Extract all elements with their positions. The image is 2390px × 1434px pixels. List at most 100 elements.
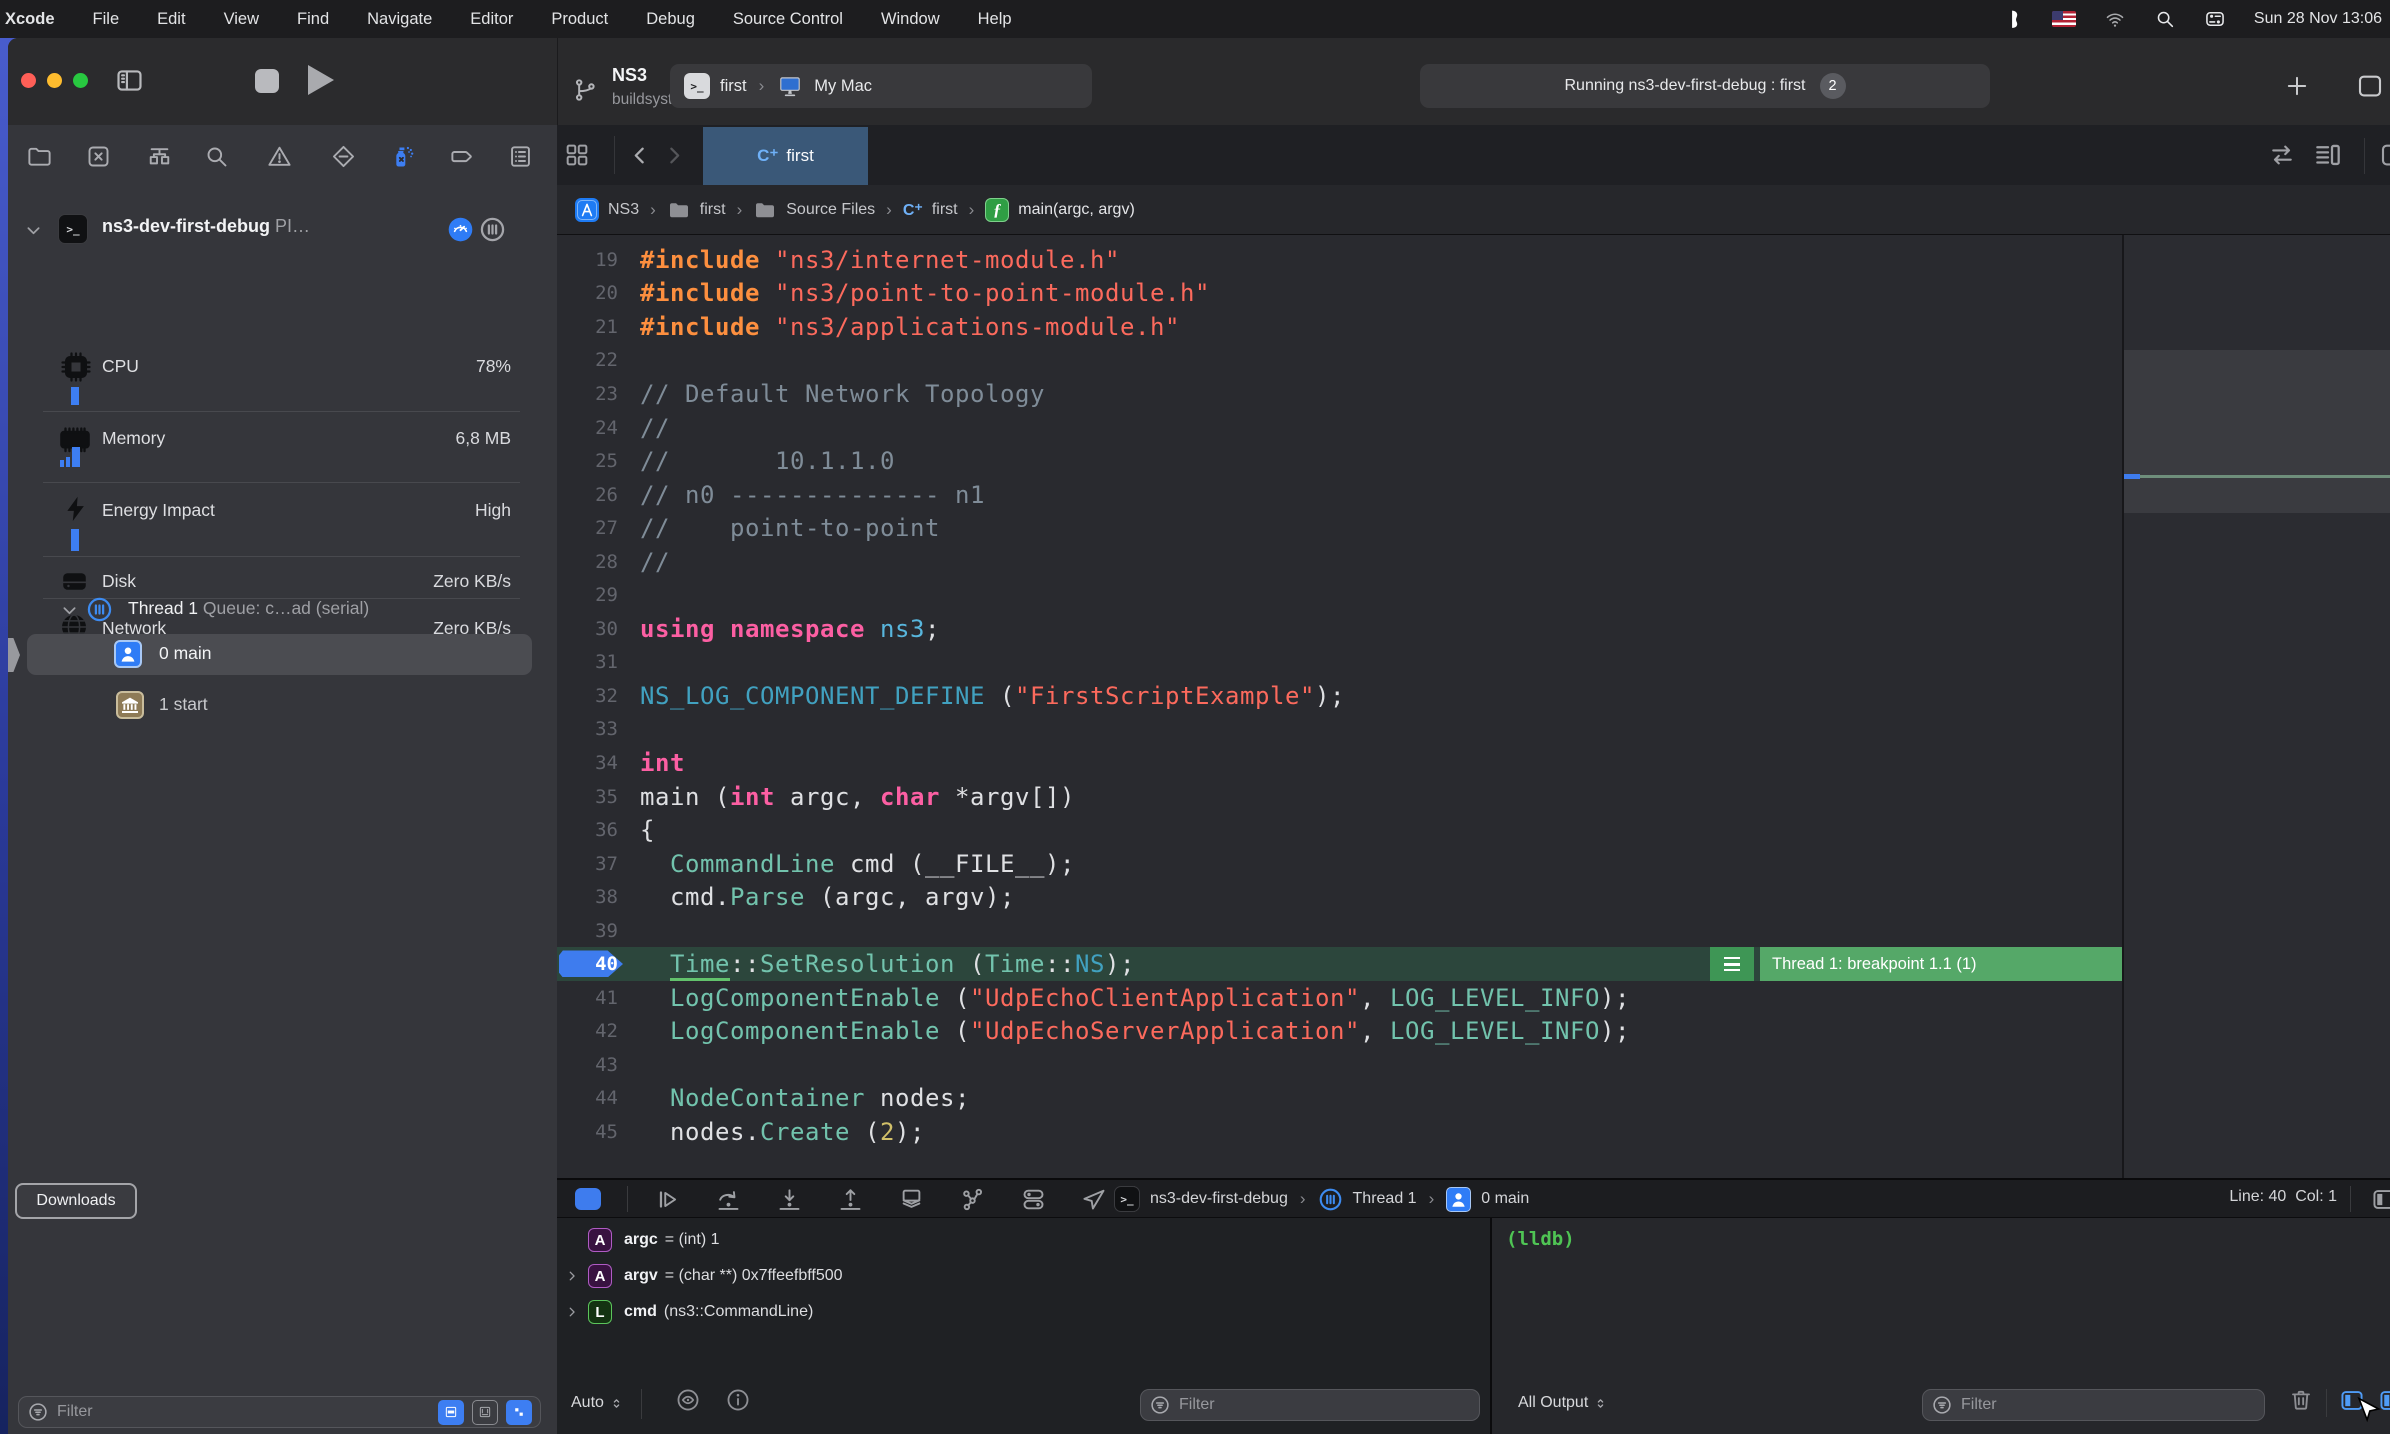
thread-view-toggle-icon[interactable] [479,216,506,243]
find-navigator-tab[interactable] [203,143,230,170]
menu-item-help[interactable]: Help [959,10,1031,29]
memory-graph-icon[interactable] [959,1186,986,1213]
jumpbar-segment[interactable]: NS3 [608,201,639,219]
gauge-label[interactable]: Memory [102,428,165,449]
code-line-28[interactable]: 28// [557,545,2122,579]
line-number[interactable]: 43 [557,1054,618,1076]
gauge-label[interactable]: Energy Impact [102,500,215,521]
menu-item-navigate[interactable]: Navigate [348,10,451,29]
scheme-selector[interactable]: >_ first › My Mac [670,64,1092,108]
code-line-29[interactable]: 29 [557,578,2122,612]
step-over-icon[interactable] [715,1186,742,1213]
menu-item-view[interactable]: View [205,10,278,29]
line-number[interactable]: 45 [557,1121,618,1143]
activity-viewer[interactable]: Running ns3-dev-first-debug : first 2 [1420,64,1990,108]
menu-item-product[interactable]: Product [532,10,627,29]
variables-filter-field[interactable]: Filter [1140,1389,1480,1421]
menu-item-editor[interactable]: Editor [451,10,532,29]
menu-item-file[interactable]: File [74,10,139,29]
breakpoints-toggle-icon[interactable] [575,1188,601,1210]
minimap-viewport[interactable] [2124,350,2390,513]
code-line-33[interactable]: 33 [557,713,2122,747]
code-line-34[interactable]: 34int [557,746,2122,780]
related-items-icon[interactable] [563,141,591,169]
line-number[interactable]: 29 [557,584,618,606]
wifi-icon[interactable] [2104,8,2126,30]
filter-dots-button[interactable] [506,1400,532,1425]
forward-icon[interactable] [662,143,687,168]
environment-overrides-icon[interactable] [1020,1186,1047,1213]
variable-row-cmd[interactable]: Lcmd(ns3::CommandLine) [557,1294,1490,1330]
debug-process-name[interactable]: ns3-dev-first-debug [1150,1190,1288,1208]
variables-scope-selector[interactable]: Auto [571,1394,624,1412]
line-number[interactable]: 28 [557,551,618,573]
app-blob-icon[interactable] [2002,8,2024,30]
continue-icon[interactable] [654,1186,681,1213]
clear-console-trash-icon[interactable] [2288,1387,2314,1413]
menu-item-edit[interactable]: Edit [138,10,204,29]
line-number[interactable]: 33 [557,718,618,740]
library-add-icon[interactable] [2283,72,2311,100]
line-number[interactable]: 19 [557,249,618,271]
stack-frame-start[interactable]: 1 start [159,694,208,715]
stack-frame-main[interactable]: 0 main [159,643,212,664]
code-line-20[interactable]: 20#include "ns3/point-to-point-module.h" [557,277,2122,311]
line-number[interactable]: 25 [557,450,618,472]
code-line-42[interactable]: 42 LogComponentEnable ("UdpEchoServerApp… [557,1015,2122,1049]
debug-navigator-tab[interactable] [389,143,416,170]
line-number[interactable]: 44 [557,1087,618,1109]
source-control-navigator-tab[interactable] [85,143,112,170]
code-line-27[interactable]: 27// point-to-point [557,511,2122,545]
filter-outline-button[interactable] [472,1400,498,1425]
back-icon[interactable] [627,143,652,168]
line-number[interactable]: 30 [557,618,618,640]
line-number[interactable]: 41 [557,987,618,1009]
filter-flag-button[interactable] [438,1400,464,1425]
selected-frame-row[interactable] [27,634,532,675]
line-number[interactable]: 38 [557,886,618,908]
code-line-38[interactable]: 38 cmd.Parse (argc, argv); [557,880,2122,914]
menu-item-xcode[interactable]: Xcode [0,10,74,29]
line-number[interactable]: 21 [557,316,618,338]
line-number[interactable]: 32 [557,685,618,707]
code-line-23[interactable]: 23// Default Network Topology [557,377,2122,411]
issues-navigator-tab[interactable] [266,143,293,170]
spotlight-search-icon[interactable] [2154,8,2176,30]
breakpoints-navigator-tab[interactable] [449,143,476,170]
line-number[interactable]: 39 [557,920,618,942]
code-line-39[interactable]: 39 [557,914,2122,948]
symbols-navigator-tab[interactable] [146,143,173,170]
console-filter-field[interactable]: Filter [1922,1389,2265,1421]
minimap[interactable] [2122,235,2390,1178]
line-number[interactable]: 22 [557,349,618,371]
code-line-31[interactable]: 31 [557,646,2122,680]
line-number[interactable]: 31 [557,651,618,673]
menu-item-window[interactable]: Window [862,10,959,29]
disclosure-chevron-icon[interactable] [565,1305,579,1319]
control-center-icon[interactable] [2204,8,2226,30]
line-number[interactable]: 34 [557,752,618,774]
debug-thread-name[interactable]: Thread 1 [1353,1190,1417,1208]
sidebar-toggle-icon[interactable] [114,65,145,96]
code-line-41[interactable]: 41 LogComponentEnable ("UdpEchoClientApp… [557,981,2122,1015]
destination-name[interactable]: My Mac [814,77,872,96]
line-number[interactable]: 37 [557,853,618,875]
scheme-name[interactable]: first [720,77,747,96]
gauge-label[interactable]: CPU [102,356,139,377]
menu-clock[interactable]: Sun 28 Nov 13:06 [2254,10,2382,28]
project-navigator-tab[interactable] [26,143,53,170]
step-into-icon[interactable] [776,1186,803,1213]
stop-button[interactable] [255,69,279,93]
code-line-37[interactable]: 37 CommandLine cmd (__FILE__); [557,847,2122,881]
debug-frame-name[interactable]: 0 main [1481,1190,1529,1208]
line-number[interactable]: 26 [557,484,618,506]
view-hierarchy-icon[interactable] [898,1186,925,1213]
line-number[interactable]: 36 [557,819,618,841]
code-line-22[interactable]: 22 [557,344,2122,378]
process-row[interactable]: ns3-dev-first-debug PI… [102,216,310,237]
code-line-19[interactable]: 19#include "ns3/internet-module.h" [557,243,2122,277]
line-number[interactable]: 27 [557,517,618,539]
minimize-button[interactable] [47,73,62,88]
variable-row-argv[interactable]: Aargv= (char **) 0x7ffeefbff500 [557,1258,1490,1294]
simulate-location-icon[interactable] [1081,1186,1108,1213]
